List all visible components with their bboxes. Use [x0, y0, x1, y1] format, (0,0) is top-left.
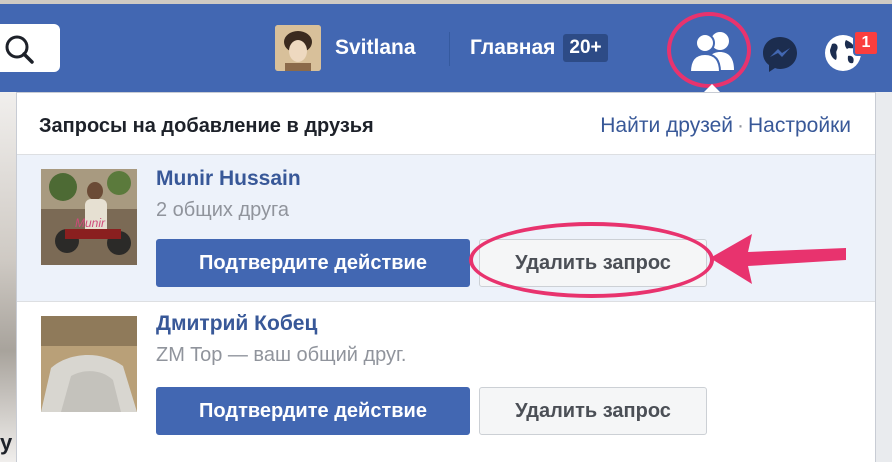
background-page-edge-left	[0, 92, 16, 462]
mutual-friends-text[interactable]: 2 общих друга	[156, 199, 289, 222]
friend-request-row: Дмитрий Кобец ZM Top — ваш общий друг. П…	[17, 302, 875, 462]
highlight-oval-delete	[469, 222, 714, 298]
notification-badge: 1	[853, 30, 879, 56]
home-label: Главная	[470, 36, 556, 59]
messenger-icon[interactable]	[760, 34, 800, 74]
background-text-fragment: у	[0, 430, 13, 455]
settings-link[interactable]: Настройки	[748, 114, 851, 137]
confirm-button[interactable]: Подтвердите действие	[156, 239, 470, 287]
mutual-friends-text[interactable]: ZM Top — ваш общий друг.	[156, 344, 406, 367]
requester-photo[interactable]: Munir	[41, 169, 137, 265]
dropdown-header: Запросы на добавление в друзья Найти дру…	[17, 93, 875, 155]
highlight-circle-friends	[667, 12, 751, 88]
find-friends-link[interactable]: Найти друзей	[600, 114, 733, 137]
home-link[interactable]: Главная 20+	[470, 24, 608, 72]
search-icon	[5, 35, 34, 64]
photo-caption: Munir	[75, 216, 106, 230]
top-navigation-bar: Svitlana Главная 20+ 1	[0, 4, 892, 92]
header-links: Найти друзей · Настройки	[600, 114, 851, 138]
profile-name: Svitlana	[335, 36, 416, 59]
delete-request-button[interactable]: Удалить запрос	[479, 387, 707, 435]
profile-link[interactable]: Svitlana	[275, 24, 416, 72]
avatar	[275, 25, 321, 71]
requester-name[interactable]: Munir Hussain	[156, 167, 301, 191]
nav-divider	[449, 32, 450, 66]
background-page-edge-right	[876, 92, 892, 462]
requester-photo[interactable]	[41, 316, 137, 412]
search-button[interactable]	[0, 24, 60, 72]
home-count-badge: 20+	[563, 34, 608, 62]
pointer-arrow-icon	[710, 234, 846, 284]
confirm-button[interactable]: Подтвердите действие	[156, 387, 470, 435]
dropdown-title: Запросы на добавление в друзья	[39, 115, 374, 137]
requester-name[interactable]: Дмитрий Кобец	[156, 312, 317, 336]
link-separator: ·	[737, 114, 745, 137]
